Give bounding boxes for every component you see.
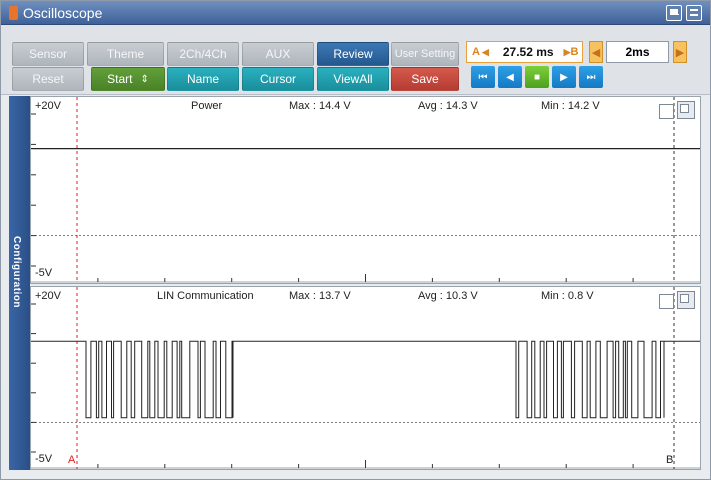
user-setting-button[interactable]: User Setting: [391, 42, 459, 66]
stop-icon[interactable]: ■: [525, 66, 549, 88]
oscilloscope-window: Oscilloscope Sensor Theme 2Ch/4Ch AUX Re…: [0, 0, 711, 480]
max-reading: Max : 13.7 V: [289, 290, 351, 302]
cursor-b-tag: B: [570, 46, 579, 58]
min-reading: Min : 0.8 V: [541, 290, 594, 302]
window-title: Oscilloscope: [23, 5, 103, 21]
channel-pane-power: +20V Power Max : 14.4 V Avg : 14.3 V Min…: [30, 96, 701, 284]
skip-to-start-icon[interactable]: ⏮: [471, 66, 495, 88]
reset-button[interactable]: Reset: [12, 67, 84, 91]
app-icon: [9, 6, 18, 20]
top-scale-label: +20V: [35, 290, 61, 302]
right-arrow-icon: ▶: [563, 46, 571, 57]
restore-pane-icon[interactable]: [659, 294, 674, 309]
theme-button[interactable]: Theme: [87, 42, 164, 66]
avg-reading: Avg : 14.3 V: [418, 100, 478, 112]
skip-to-end-icon[interactable]: ⏭: [579, 66, 603, 88]
channel-pane-lin: +20V LIN Communication Max : 13.7 V Avg …: [30, 286, 701, 470]
bottom-scale-label: -5V: [35, 267, 53, 279]
restore-window-icon[interactable]: [666, 5, 682, 21]
left-arrow-icon: ◀: [481, 46, 489, 57]
cursor-time-display: A ◀ 27.52 ms ▶ B: [466, 41, 583, 63]
maximize-pane-icon[interactable]: [677, 101, 695, 119]
lin-waveform-plot: [31, 287, 700, 469]
channel-mode-button[interactable]: 2Ch/4Ch: [167, 42, 239, 66]
updown-icon: ⇕: [140, 73, 149, 85]
start-button-label: Start: [107, 72, 133, 86]
play-icon[interactable]: ▶: [552, 66, 576, 88]
step-back-icon[interactable]: ◀: [498, 66, 522, 88]
review-button[interactable]: Review: [317, 42, 389, 66]
start-button[interactable]: Start ⇕: [91, 67, 165, 91]
channel-name: Power: [191, 100, 223, 112]
cursor-b-marker[interactable]: B: [666, 454, 673, 466]
cursor-a-marker[interactable]: A: [68, 454, 75, 466]
time-scale-decrease-icon[interactable]: ◀: [589, 41, 603, 63]
cursor-button[interactable]: Cursor: [242, 67, 314, 91]
save-button[interactable]: Save: [391, 67, 459, 91]
title-bar: Oscilloscope: [1, 1, 710, 25]
maximize-window-icon[interactable]: [686, 5, 702, 21]
cursor-time-value: 27.52 ms: [502, 45, 554, 59]
name-button[interactable]: Name: [167, 67, 239, 91]
maximize-pane-icon[interactable]: [677, 291, 695, 309]
configuration-tab[interactable]: Configuration: [9, 96, 30, 470]
aux-button[interactable]: AUX: [242, 42, 314, 66]
cursor-a-tag: A: [472, 46, 480, 58]
sensor-button[interactable]: Sensor: [12, 42, 84, 66]
max-reading: Max : 14.4 V: [289, 100, 351, 112]
min-reading: Min : 14.2 V: [541, 100, 600, 112]
power-waveform-plot: [31, 97, 700, 283]
top-scale-label: +20V: [35, 100, 61, 112]
lin-signal-trace: [31, 340, 700, 419]
avg-reading: Avg : 10.3 V: [418, 290, 478, 302]
time-scale-value: 2ms: [606, 41, 669, 63]
time-scale-increase-icon[interactable]: ▶: [673, 41, 687, 63]
configuration-label: Configuration: [11, 236, 22, 309]
viewall-button[interactable]: ViewAll: [317, 67, 389, 91]
restore-pane-icon[interactable]: [659, 104, 674, 119]
bottom-scale-label: -5V: [35, 453, 53, 465]
channel-name: LIN Communication: [157, 290, 254, 302]
